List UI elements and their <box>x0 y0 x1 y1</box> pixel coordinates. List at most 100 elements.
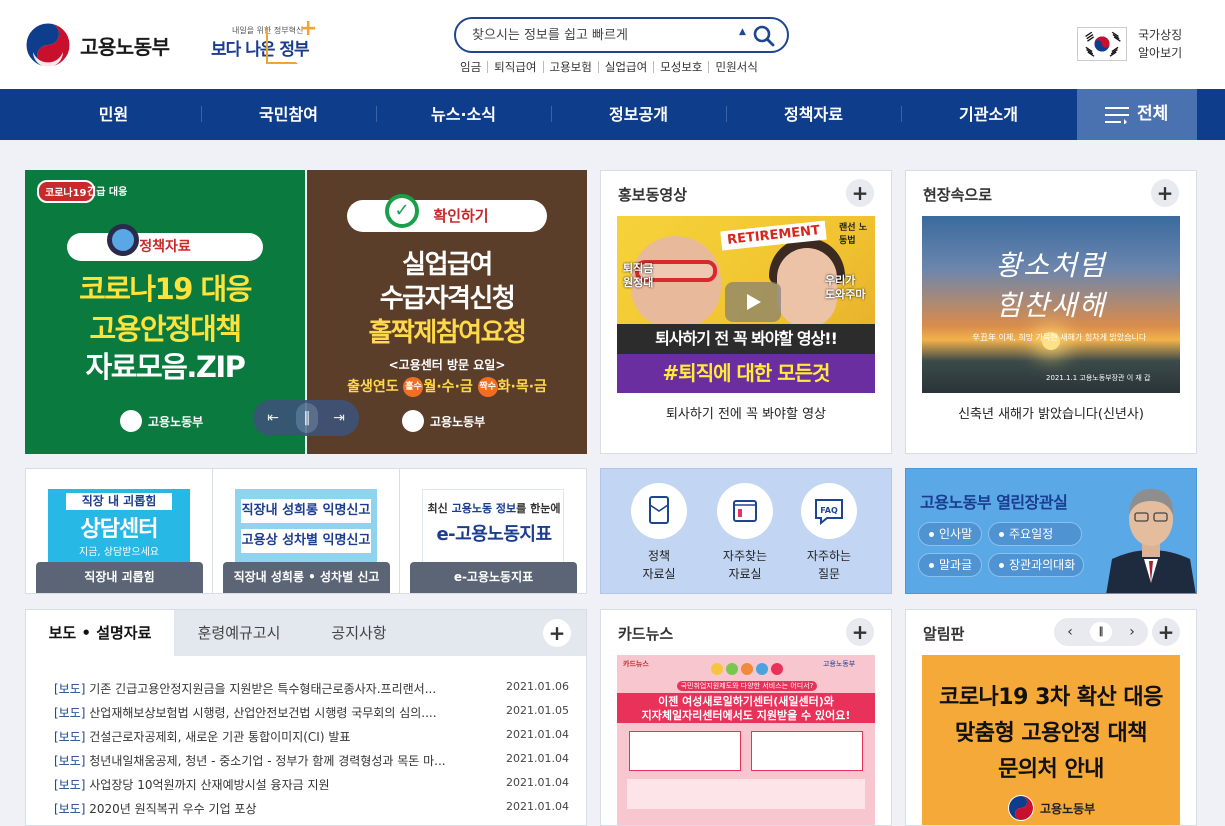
slogan-bracket-icon <box>266 28 298 64</box>
national-symbol-link[interactable]: 국가상징 알아보기 <box>1138 26 1182 62</box>
pause-icon[interactable]: ‖ <box>296 403 318 433</box>
keyword-link[interactable]: 고용보험 <box>542 61 598 73</box>
ministry-logo-icon <box>1008 795 1034 821</box>
nav-item-participation[interactable]: 국민참여 <box>201 89 376 140</box>
minister-tag-schedule[interactable]: 주요일정 <box>988 522 1082 546</box>
keyword-link[interactable]: 퇴직급여 <box>487 61 542 73</box>
news-item[interactable]: [보도] 건설근로자공제회, 새로운 기관 통합이미지(CI) 발표 2021.… <box>54 728 569 750</box>
nav-item-policy[interactable]: 정책자료 <box>726 89 901 140</box>
minister-title: 고용노동부 열린장관실 <box>920 489 1068 513</box>
news-date: 2021.01.04 <box>506 776 569 789</box>
search-icon[interactable] <box>752 24 776 48</box>
news-item[interactable]: [보도] 기존 긴급고용안정지원금을 지원받은 특수형태근로종사자.프리랜서..… <box>54 680 569 702</box>
main-nav: 민원 국민참여 뉴스·소식 정보공개 정책자료 기관소개 전체 <box>0 89 1225 140</box>
caret-up-icon[interactable]: ▲ <box>739 27 746 37</box>
keyword-link[interactable]: 민원서식 <box>708 61 763 73</box>
keyword-link[interactable]: 실업급여 <box>597 61 653 73</box>
banner-left-line1: 코로나19 대응 <box>79 272 252 306</box>
shortcut-policy-data[interactable]: 정책 자료실 <box>621 483 697 583</box>
nav-item-disclosure[interactable]: 정보공개 <box>551 89 726 140</box>
korean-flag-icon[interactable] <box>1077 27 1127 61</box>
people-illustration-icon <box>711 663 783 675</box>
minister-tag-greeting[interactable]: 인사말 <box>918 522 982 546</box>
news-title-text: 사업장당 10억원까지 산재예방시설 융자금 지원 <box>85 778 330 792</box>
card-news-h2: 지자체일자리센터에서도 지원받을 수 있어요! <box>617 707 875 723</box>
harassment-image: 직장 내 괴롭힘 상담센터 지금, 상담받으세요 <box>48 489 190 565</box>
minister-photo <box>1106 489 1196 593</box>
e-indicator-label: e-고용노동지표 <box>410 562 577 593</box>
news-title: [보도] 산업재해보상보험법 시행령, 산업안전보건법 시행령 국무회의 심의.… <box>54 704 474 721</box>
quick-harassment[interactable]: 직장 내 괴롭힘 상담센터 지금, 상담받으세요 직장내 괴롭힘 <box>26 469 212 593</box>
field-caption[interactable]: 신축년 새해가 밝았습니다(신년사) <box>906 403 1196 422</box>
news-item[interactable]: [보도] 청년내일채움공제, 청년 - 중소기업 - 정부가 함께 경력형성과 … <box>54 752 569 774</box>
calligraphy-line2: 힘찬새해 <box>995 289 1107 322</box>
next-arrow-icon[interactable]: ⇥ <box>329 408 349 428</box>
banner-left-line2: 고용안정대책 <box>89 312 242 346</box>
notice-title: 알림판 <box>923 625 965 643</box>
field-thumbnail[interactable]: 황소처럼 힘찬새해 辛丑年 이제, 희망 가득한 새해가 힘차게 밝았습니다 2… <box>922 216 1180 393</box>
shortcut-frequent-line2: 자료실 <box>728 567 762 581</box>
shortcut-policy-line1: 정책 <box>647 549 671 563</box>
days-odd: 월·수·금 <box>423 379 473 395</box>
symbol-line1: 국가상징 <box>1138 28 1183 42</box>
all-menu-button[interactable]: 전체 <box>1077 89 1197 140</box>
promo-video-caption[interactable]: 퇴사하기 전에 꼭 봐야할 영상 <box>601 403 891 422</box>
promo-video-thumbnail[interactable]: RETIREMENT 퇴직금 원정대 우리가 도와주마 랜선 노동법 퇴사하기 … <box>617 216 875 393</box>
banner-left-line3: 자료모음.ZIP <box>85 350 246 384</box>
nav-item-civil[interactable]: 민원 <box>26 89 201 140</box>
days-even: 화·목·금 <box>497 379 547 395</box>
nav-item-news[interactable]: 뉴스·소식 <box>376 89 551 140</box>
tab-notices[interactable]: 공지사항 <box>304 610 414 656</box>
main-banner-carousel[interactable]: 코로나19 긴급 대응 정책자료 코로나19 대응 고용안정대책 자료모음.ZI… <box>25 170 587 454</box>
quick-sexual-harassment[interactable]: 직장내 성희롱 익명신고 고용상 성차별 익명신고 직장내 성희롱 • 성차별 … <box>213 469 399 593</box>
chevron-left-icon[interactable]: ‹ <box>1060 622 1080 642</box>
search-input[interactable] <box>472 26 727 44</box>
more-plus-button[interactable]: + <box>1152 618 1180 646</box>
keyword-link[interactable]: 모성보호 <box>653 61 708 73</box>
ministry-logo-icon <box>120 410 142 432</box>
news-item[interactable]: [보도] 2020년 원직복귀 우수 기업 포상 2021.01.04 <box>54 800 569 822</box>
more-plus-button[interactable]: + <box>543 619 571 647</box>
data-shortcuts: 정책 자료실 자주찾는 자료실 FAQ 자주하는 질문 <box>600 468 892 594</box>
keyword-link[interactable]: 임금 <box>460 61 487 73</box>
tab-regulations[interactable]: 훈령예규고시 <box>174 610 304 656</box>
news-category: [보도] <box>54 706 86 720</box>
report-t2: 고용상 성차별 익명신고 <box>241 529 371 553</box>
banner-right-logo: 고용노동부 <box>402 410 485 432</box>
news-item[interactable]: [보도] 사업장당 10억원까지 산재예방시설 융자금 지원 2021.01.0… <box>54 776 569 798</box>
news-category: [보도] <box>54 682 86 696</box>
gov-innovation-slogan[interactable]: 내일을 위한 정부혁신 보다 나은 정부 + <box>210 16 318 68</box>
days-prefix: 출생연도 <box>347 379 399 395</box>
more-plus-button[interactable]: + <box>1151 179 1179 207</box>
news-date: 2021.01.04 <box>506 752 569 765</box>
pause-icon[interactable]: ‖ <box>1090 622 1112 642</box>
news-title-text: 청년내일채움공제, 청년 - 중소기업 - 정부가 함께 경력형성과 목돈 마.… <box>85 754 446 768</box>
nav-item-about[interactable]: 기관소개 <box>901 89 1076 140</box>
ministry-logo[interactable]: 고용노동부 <box>25 22 170 68</box>
symbol-line2: 알아보기 <box>1138 46 1183 60</box>
play-icon[interactable] <box>725 282 781 322</box>
plus-icon: + <box>299 16 318 41</box>
new-year-date: 2021.1.1 고용노동부장관 이 재 갑 <box>1046 374 1151 382</box>
chevron-right-icon[interactable]: › <box>1122 622 1142 642</box>
quick-e-indicator[interactable]: 최신 고용노동 정보를 한눈에 e-고용노동지표 e-고용노동지표 <box>400 469 586 593</box>
prev-arrow-icon[interactable]: ⇤ <box>263 408 283 428</box>
report-image: 직장내 성희롱 익명신고 고용상 성차별 익명신고 <box>235 489 377 565</box>
news-item[interactable]: [보도] 산업재해보상보험법 시행령, 산업안전보건법 시행령 국무회의 심의.… <box>54 704 569 726</box>
shortcut-policy-label: 정책 자료실 <box>621 547 697 583</box>
tab-press-release[interactable]: 보도 • 설명자료 <box>26 610 174 656</box>
shortcut-faq[interactable]: FAQ 자주하는 질문 <box>791 483 867 583</box>
more-plus-button[interactable]: + <box>846 179 874 207</box>
banner-right-logo-text: 고용노동부 <box>430 414 486 429</box>
shortcut-faq-label: 자주하는 질문 <box>791 547 867 583</box>
card-news-thumbnail[interactable]: 카드뉴스 고용노동부 국민취업지원제도와 다양한 서비스는 어디서? 이젠 여성… <box>617 655 875 825</box>
minister-office: 고용노동부 열린장관실 인사말 주요일정 말과글 장관과의대화 <box>905 468 1197 594</box>
notice-board-image[interactable]: 코로나19 3차 확산 대응 맞춤형 고용안정 대책 문의처 안내 고용노동부 <box>922 655 1180 825</box>
notice-logo-text: 고용노동부 <box>1040 801 1096 816</box>
minister-tag-speech[interactable]: 말과글 <box>918 553 982 577</box>
minister-tag-dialogue[interactable]: 장관과의대화 <box>988 553 1084 577</box>
shortcut-frequent-data[interactable]: 자주찾는 자료실 <box>707 483 783 583</box>
banner-right-line2: 수급자격신청 <box>379 284 516 314</box>
more-plus-button[interactable]: + <box>846 618 874 646</box>
news-title: [보도] 사업장당 10억원까지 산재예방시설 융자금 지원 <box>54 776 474 793</box>
